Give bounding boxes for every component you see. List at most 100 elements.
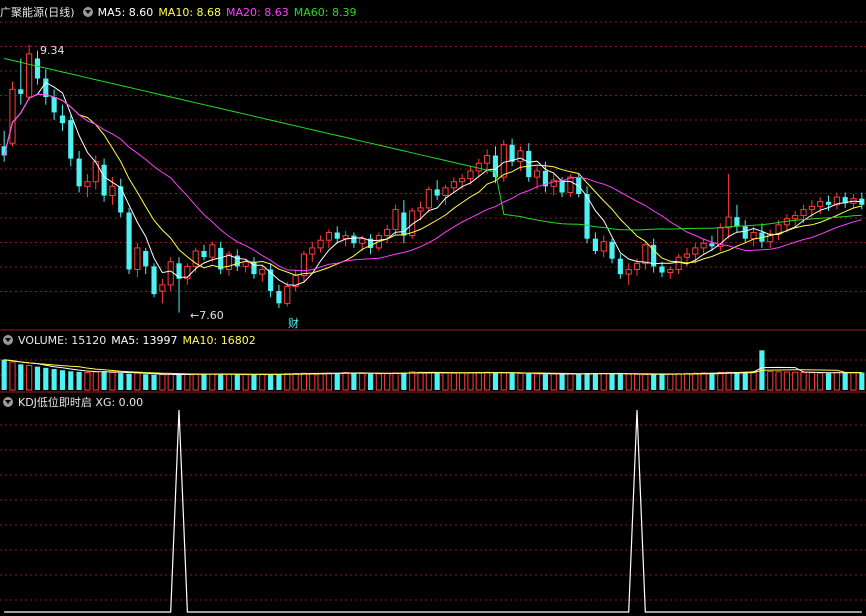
candle-body — [750, 232, 757, 240]
volume-bar — [825, 373, 832, 390]
candle-body — [325, 232, 332, 241]
ma20-line — [3, 93, 862, 272]
candle-body — [259, 268, 266, 275]
volume-bar — [417, 371, 424, 391]
financial-report-marker[interactable]: 财 — [288, 317, 299, 331]
candle-body — [659, 266, 665, 273]
dropdown-icon[interactable] — [3, 397, 13, 407]
volume-bar — [201, 373, 207, 390]
volume-bar — [334, 372, 340, 390]
volume-bar — [92, 371, 99, 391]
volume-bar — [450, 372, 457, 391]
low-price-label: ←7.60 — [190, 309, 224, 322]
candle-body — [434, 189, 440, 196]
volume-bar — [375, 373, 382, 391]
ma10-readout: MA10: 8.68 — [158, 5, 222, 19]
volume-bar — [850, 372, 857, 391]
volume-bar — [76, 371, 82, 390]
volume-bar — [642, 374, 649, 391]
candle-body — [284, 285, 291, 304]
price-panel-header: 广聚能源(日线) MA5: 8.60 MA10: 8.68 MA20: 8.63… — [0, 4, 361, 20]
volume-bar — [467, 372, 474, 391]
candle-body — [526, 150, 532, 178]
candle-body — [242, 261, 249, 267]
candle-body — [442, 187, 449, 197]
candle-body — [384, 228, 391, 237]
candle-body — [500, 144, 507, 178]
ma60-readout: MA60: 8.39 — [293, 5, 357, 19]
volume-bar — [234, 374, 240, 390]
stock-title: 广聚能源(日线) — [0, 6, 75, 19]
volume-bar — [434, 372, 440, 390]
volume-bar — [425, 372, 432, 391]
candle-body — [817, 201, 824, 207]
candle-body — [34, 58, 41, 79]
ma10-line — [3, 93, 862, 276]
volume-bar — [500, 372, 507, 391]
volume-bar — [268, 374, 274, 390]
volume-bar — [143, 374, 149, 390]
volume-bar — [692, 372, 699, 391]
volume-bar — [34, 366, 41, 390]
candle-body — [26, 53, 33, 98]
volume-bar — [218, 374, 224, 390]
candle-body — [675, 256, 682, 270]
vol-ma5-readout: MA5: 13997 — [111, 333, 178, 347]
volume-bar — [209, 373, 216, 391]
candle-body — [550, 179, 557, 187]
candle-body — [450, 181, 457, 189]
candle-body — [567, 176, 574, 193]
dropdown-icon[interactable] — [82, 7, 93, 17]
volume-bar — [492, 372, 499, 390]
volume-bar — [384, 372, 391, 391]
volume-bar — [667, 373, 674, 391]
volume-bar — [68, 371, 74, 390]
volume-bar — [442, 372, 449, 391]
candle-body — [309, 247, 316, 255]
volume-bar — [517, 372, 524, 391]
candle-body — [167, 261, 174, 286]
dropdown-icon[interactable] — [3, 335, 13, 345]
candle-body — [517, 150, 524, 163]
ma60-line — [4, 58, 862, 231]
volume-bar — [808, 372, 815, 391]
volume-bar — [284, 373, 291, 391]
candle-body — [734, 217, 740, 227]
volume-bar — [176, 374, 182, 390]
candle-body — [667, 268, 674, 274]
candle-body — [475, 162, 482, 172]
volume-bar — [842, 372, 848, 390]
ma20-readout: MA20: 8.63 — [226, 5, 289, 19]
vol-ma10-readout: MA10: 16802 — [182, 333, 256, 347]
candle-body — [18, 89, 24, 94]
candle-body — [417, 207, 424, 212]
candle-body — [392, 208, 399, 230]
volume-bar — [734, 372, 740, 390]
candle-body — [559, 180, 565, 193]
volume-bar — [584, 372, 590, 390]
candle-body — [617, 258, 623, 275]
candle-body — [792, 215, 799, 220]
volume-readout: VOLUME: 15120 — [18, 333, 107, 347]
candle-body — [800, 208, 807, 217]
volume-bar — [509, 373, 515, 390]
ma5-line — [3, 81, 862, 286]
volume-bar — [18, 364, 24, 390]
volume-bar — [659, 374, 665, 390]
volume-bar — [167, 373, 174, 391]
volume-bar — [609, 373, 615, 390]
candle-body — [84, 181, 91, 187]
kdj-readout: KDJ低位即时启 XG: 0.00 — [18, 396, 144, 409]
volume-bar — [859, 372, 865, 390]
volume-bar — [109, 372, 116, 391]
volume-bar — [709, 372, 715, 390]
volume-bar — [84, 372, 91, 391]
volume-bar — [259, 373, 266, 391]
candle-body — [459, 178, 466, 183]
candle-body — [209, 244, 216, 258]
volume-bar — [675, 373, 682, 391]
ma5-readout: MA5: 8.60 — [97, 5, 154, 19]
volume-bar — [550, 373, 557, 391]
candle-body — [467, 170, 474, 180]
volume-bar — [317, 372, 324, 391]
